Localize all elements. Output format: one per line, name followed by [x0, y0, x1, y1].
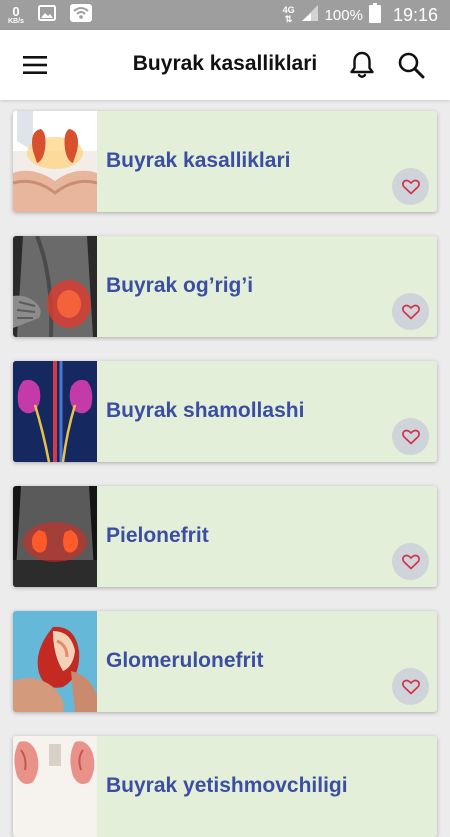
item-title: Buyrak shamollashi: [106, 399, 305, 422]
item-thumbnail: [13, 361, 97, 462]
item-title: Buyrak og’rig’i: [106, 274, 254, 297]
clock: 19:16: [392, 4, 438, 25]
list-item[interactable]: Glomerulonefrit: [13, 611, 437, 712]
list-item[interactable]: Buyrak shamollashi: [13, 361, 437, 462]
item-thumbnail: [13, 611, 97, 712]
data-speed: 0 KB/s: [8, 5, 24, 25]
favorite-button[interactable]: [392, 293, 429, 330]
list-item[interactable]: Buyrak kasalliklari: [13, 111, 437, 212]
status-bar: 0 KB/s 4G ⇅ 100% 19:16: [0, 0, 450, 30]
favorite-button[interactable]: [392, 668, 429, 705]
wifi-icon: [69, 3, 92, 27]
item-title: Buyrak yetishmovchiligi: [106, 774, 348, 797]
battery-icon: [368, 2, 381, 28]
battery-percentage: 100%: [324, 6, 363, 24]
data-speed-value: 0: [12, 4, 20, 19]
favorite-button[interactable]: [392, 543, 429, 580]
item-thumbnail: [13, 236, 97, 337]
list-item[interactable]: Buyrak yetishmovchiligi: [13, 736, 437, 837]
heart-icon: [401, 179, 420, 194]
network-indicator: 4G ⇅: [282, 5, 295, 24]
heart-icon: [401, 304, 420, 319]
item-thumbnail: [13, 486, 97, 587]
image-icon: [37, 4, 56, 26]
heart-icon: [401, 679, 420, 694]
list-item[interactable]: Pielonefrit: [13, 486, 437, 587]
heart-icon: [401, 429, 420, 444]
list-item[interactable]: Buyrak og’rig’i: [13, 236, 437, 337]
search-icon: [398, 52, 425, 79]
heart-icon: [401, 554, 420, 569]
favorite-button[interactable]: [392, 168, 429, 205]
favorite-button[interactable]: [392, 418, 429, 455]
bell-icon: [350, 51, 374, 78]
item-thumbnail: [13, 736, 97, 837]
data-speed-unit: KB/s: [8, 18, 24, 25]
app-bar: Buyrak kasalliklari: [0, 30, 450, 100]
signal-icon: [301, 4, 319, 27]
item-thumbnail: [13, 111, 98, 212]
page-title: Buyrak kasalliklari: [132, 52, 318, 75]
search-button[interactable]: [394, 49, 428, 81]
item-title: Pielonefrit: [106, 524, 209, 547]
disease-list: Buyrak kasalliklari Buyrak og’rig’i Buyr…: [0, 100, 450, 837]
notifications-button[interactable]: [346, 49, 378, 81]
item-title: Glomerulonefrit: [106, 649, 264, 672]
item-title: Buyrak kasalliklari: [106, 149, 291, 172]
